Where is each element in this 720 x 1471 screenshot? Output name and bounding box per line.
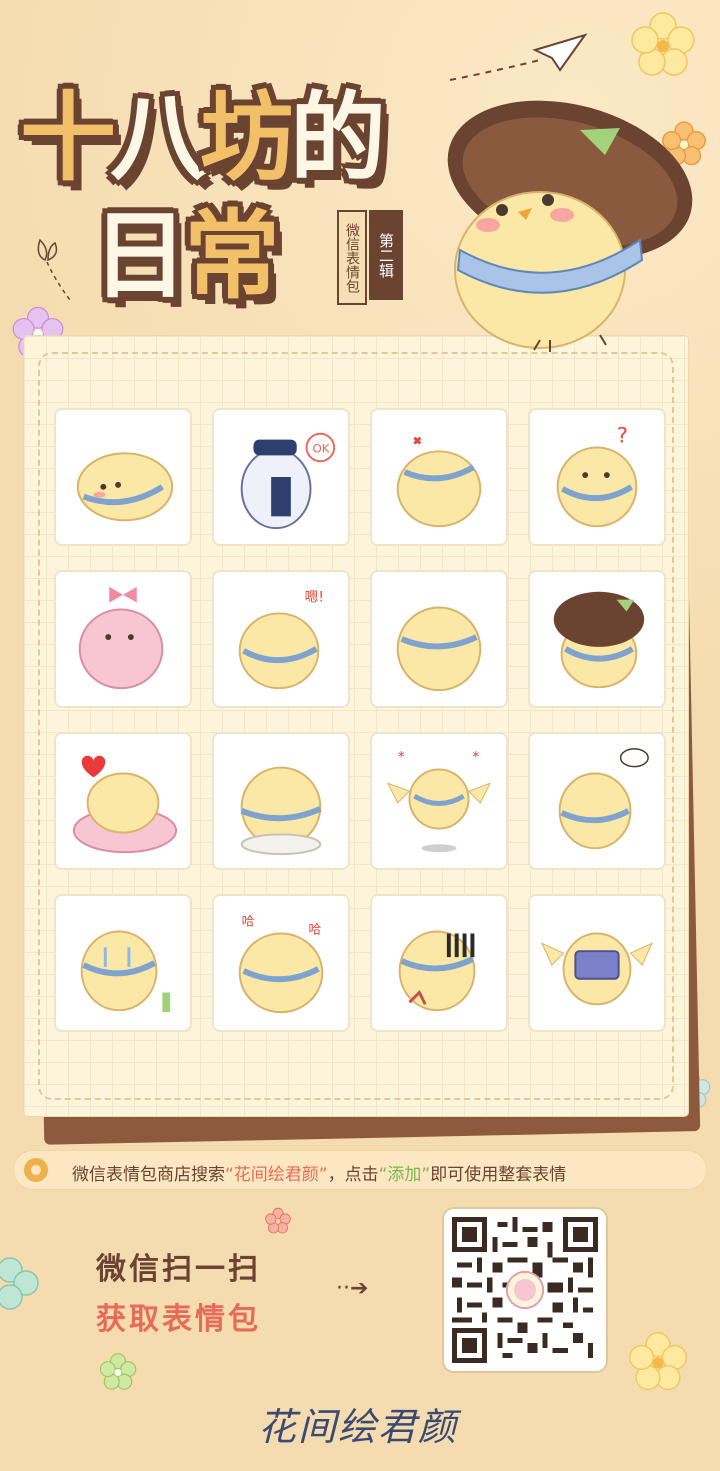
sticker-grid: OK ? 嗯! * * 哈哈 <box>56 410 664 1030</box>
title-line-2: 日常 <box>92 178 280 317</box>
hint-prefix: 微信表情包商店搜索 <box>72 1165 225 1185</box>
hint-suffix: 即可使用整套表情 <box>430 1165 567 1185</box>
sticker-chick-crying[interactable] <box>56 896 190 1030</box>
subtitle-badge: 微信表情包 第二辑 <box>337 210 405 305</box>
sticker-chick-thinking[interactable] <box>530 734 664 868</box>
title-char: 的 <box>290 82 386 194</box>
sticker-penguin-ok[interactable]: OK <box>214 410 348 544</box>
flower-bullet-icon <box>24 1158 48 1182</box>
hint-keyword: “花间绘君颜” <box>225 1165 328 1185</box>
search-hint-bar: 微信表情包商店搜索“花间绘君颜”，点击“添加”即可使用整套表情 <box>14 1151 706 1189</box>
mascot-chick-hat <box>447 100 693 352</box>
sticker-chick-shell[interactable] <box>214 734 348 868</box>
en-text: 嗯! <box>305 590 324 606</box>
flower-icon <box>631 12 695 76</box>
paper-plane-icon <box>449 33 588 81</box>
subtitle-wechat-stickers: 微信表情包 <box>337 210 367 305</box>
svg-text:*: * <box>472 750 479 766</box>
butterfly-icon <box>37 238 71 301</box>
haha-text: 哈 <box>309 923 322 938</box>
svg-text:*: * <box>398 750 405 766</box>
subtitle-volume: 第二辑 <box>369 210 403 300</box>
sticker-chick-haha[interactable]: 哈哈 <box>214 896 348 1030</box>
svg-text:?: ? <box>617 424 628 449</box>
title-char: 常 <box>184 200 280 312</box>
sticker-chick-shocked[interactable] <box>372 896 506 1030</box>
scan-instruction: 微信扫一扫 <box>96 1252 261 1287</box>
flower-icon <box>99 1353 137 1390</box>
scan-reward: 获取表情包 <box>96 1302 261 1337</box>
search-hint-text: 微信表情包商店搜索“花间绘君颜”，点击“添加”即可使用整套表情 <box>72 1160 566 1185</box>
brand-logo: 花间绘君颜 <box>258 1405 459 1449</box>
flower-icon <box>0 1257 39 1310</box>
sticker-chick-pillow-heart[interactable] <box>56 734 190 868</box>
title-char: 日 <box>92 200 188 312</box>
sticker-pink-chick-pray[interactable] <box>56 572 190 706</box>
sticker-chick-angry[interactable] <box>372 410 506 544</box>
hint-middle: ，点击 <box>327 1165 379 1185</box>
sticker-chick-lying[interactable] <box>56 410 190 544</box>
sticker-chick-question[interactable]: ? <box>530 410 664 544</box>
sticker-chick-back[interactable] <box>372 572 506 706</box>
arrow-right-icon: ··➔ <box>336 1276 369 1301</box>
qr-code[interactable] <box>444 1209 606 1371</box>
sticker-chick-gift[interactable] <box>530 896 664 1030</box>
sticker-chick-hat[interactable] <box>530 572 664 706</box>
sticker-chick-flapping[interactable]: * * <box>372 734 506 868</box>
hint-action: “添加” <box>378 1165 431 1185</box>
flower-icon <box>628 1332 688 1391</box>
haha-text: 哈 <box>242 915 255 930</box>
ok-text: OK <box>312 441 329 455</box>
qr-code-image <box>452 1217 598 1363</box>
sticker-chick-en[interactable]: 嗯! <box>214 572 348 706</box>
flower-icon <box>265 1207 291 1234</box>
